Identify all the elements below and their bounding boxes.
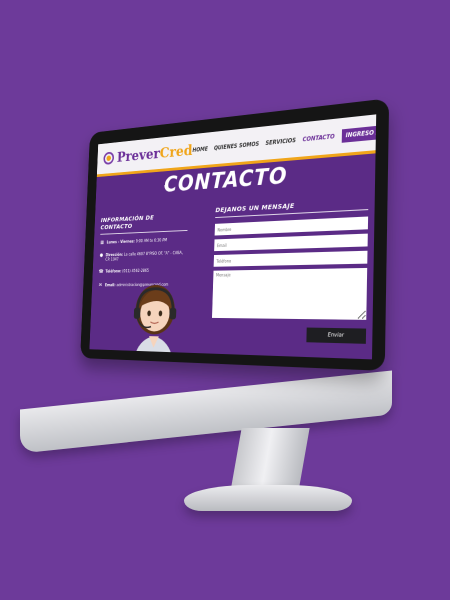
calendar-icon: ▦ — [100, 240, 105, 246]
message-input[interactable] — [212, 268, 367, 320]
nav-ingreso-conversiones[interactable]: INGRESO A CONVERSIONES — [342, 119, 377, 142]
info-row-address: ● Dirección: La calle 4607 8°PISO OF. "A… — [99, 250, 187, 262]
send-button[interactable]: Enviar — [306, 328, 366, 344]
product-mockup: PreverCred HOME QUIENES SOMOS SERVICIOS … — [0, 0, 450, 600]
form-heading: DEJANOS UN MENSAJE — [215, 197, 368, 214]
location-icon: ● — [99, 253, 103, 259]
support-agent-illustration — [124, 277, 186, 359]
contact-info-heading: INFORMACIÓN DE CONTACTO — [100, 212, 188, 231]
main-nav: HOME QUIENES SOMOS SERVICIOS CONTACTO IN… — [192, 118, 376, 156]
name-input[interactable] — [215, 216, 368, 235]
nav-contacto[interactable]: CONTACTO — [303, 133, 335, 143]
phone-input[interactable] — [214, 251, 368, 267]
nav-servicios[interactable]: SERVICIOS — [265, 137, 296, 147]
nav-quienes-somos[interactable]: QUIENES SOMOS — [214, 140, 259, 151]
monitor-bezel: PreverCred HOME QUIENES SOMOS SERVICIOS … — [80, 98, 389, 371]
email-input[interactable] — [214, 234, 368, 252]
nav-home[interactable]: HOME — [192, 145, 208, 153]
contact-form: DEJANOS UN MENSAJE Enviar — [211, 197, 368, 344]
monitor-stand-foot — [184, 485, 352, 511]
monitor-chin — [20, 370, 392, 453]
info-row-phone: ☎ Teléfono: (011) 4562-2865 — [99, 268, 187, 275]
logo-circle-icon — [103, 151, 114, 164]
site-logo[interactable]: PreverCred — [97, 142, 193, 168]
info-row-hours: ▦ Lunes - Viernes: 9:00 AM to 6:30 PM — [100, 237, 187, 246]
phone-icon: ☎ — [99, 269, 104, 275]
email-icon: ✉ — [98, 282, 103, 288]
logo-text: PreverCred — [117, 142, 193, 166]
website-screen: PreverCred HOME QUIENES SOMOS SERVICIOS … — [89, 114, 376, 359]
monitor-stand-neck — [230, 428, 309, 492]
divider — [100, 230, 187, 235]
